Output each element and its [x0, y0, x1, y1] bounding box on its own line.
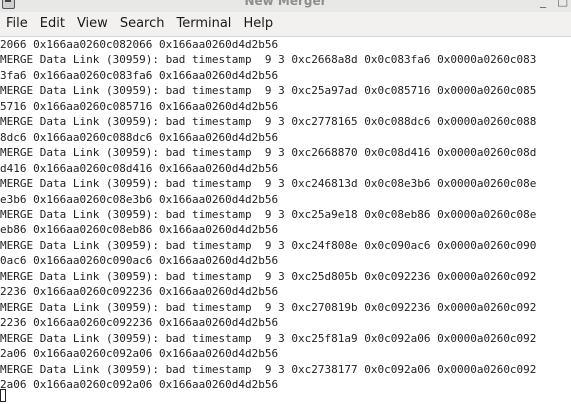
terminal-line: MERGE Data Link (30959): bad timestamp 9…: [0, 177, 537, 191]
terminal-line: 0ac6 0x166aa0260c090ac6 0x166aa0260d4d2b…: [0, 254, 279, 268]
minimize-button[interactable]: _: [540, 0, 546, 8]
terminal-line: eb86 0x166aa0260c08eb86 0x166aa0260d4d2b…: [0, 223, 279, 237]
terminal-line: 5716 0x166aa0260c085716 0x166aa0260d4d2b…: [0, 99, 279, 113]
terminal-line: 2a06 0x166aa0260c092a06 0x166aa0260d4d2b…: [0, 347, 279, 361]
menu-help[interactable]: Help: [237, 12, 279, 36]
terminal-line: 2236 0x166aa0260c092236 0x166aa0260d4d2b…: [0, 285, 279, 299]
terminal-line: MERGE Data Link (30959): bad timestamp 9…: [0, 269, 537, 283]
terminal-line: 2066 0x166aa0260c082066 0x166aa0260d4d2b…: [0, 38, 279, 51]
terminal-line: MERGE Data Link (30959): bad timestamp 9…: [0, 331, 537, 345]
terminal-line: MERGE Data Link (30959): bad timestamp 9…: [0, 207, 537, 221]
terminal-line: MERGE Data Link (30959): bad timestamp 9…: [0, 238, 537, 252]
menu-view[interactable]: View: [71, 12, 114, 36]
terminal-line: e3b6 0x166aa0260c08e3b6 0x166aa0260d4d2b…: [0, 192, 279, 206]
menu-search[interactable]: Search: [114, 12, 171, 36]
menu-file[interactable]: File: [0, 12, 34, 36]
terminal-line: 8dc6 0x166aa0260c088dc6 0x166aa0260d4d2b…: [0, 130, 279, 144]
terminal-line: 3fa6 0x166aa0260c083fa6 0x166aa0260d4d2b…: [0, 68, 279, 82]
terminal-window: New Merger _ □ File Edit View Search Ter…: [0, 0, 571, 404]
terminal-line: MERGE Data Link (30959): bad timestamp 9…: [0, 53, 537, 67]
title-bar[interactable]: New Merger _ □: [0, 0, 571, 12]
terminal-line: MERGE Data Link (30959): bad timestamp 9…: [0, 362, 537, 376]
terminal-output[interactable]: 2066 0x166aa0260c082066 0x166aa0260d4d2b…: [0, 37, 571, 404]
terminal-line: MERGE Data Link (30959): bad timestamp 9…: [0, 146, 537, 160]
terminal-line: MERGE Data Link (30959): bad timestamp 9…: [0, 115, 537, 129]
terminal-line: MERGE Data Link (30959): bad timestamp 9…: [0, 300, 537, 314]
terminal-cursor: [0, 389, 6, 402]
menu-bar: File Edit View Search Terminal Help: [0, 12, 571, 37]
terminal-line: 2a06 0x166aa0260c092a06 0x166aa0260d4d2b…: [0, 377, 279, 391]
menu-edit[interactable]: Edit: [34, 12, 71, 36]
terminal-line: 2236 0x166aa0260c092236 0x166aa0260d4d2b…: [0, 316, 279, 330]
window-title: New Merger: [244, 0, 327, 8]
maximize-button[interactable]: □: [557, 0, 568, 8]
terminal-line: MERGE Data Link (30959): bad timestamp 9…: [0, 84, 537, 98]
terminal-line: d416 0x166aa0260c08d416 0x166aa0260d4d2b…: [0, 161, 279, 175]
menu-terminal[interactable]: Terminal: [170, 12, 237, 36]
